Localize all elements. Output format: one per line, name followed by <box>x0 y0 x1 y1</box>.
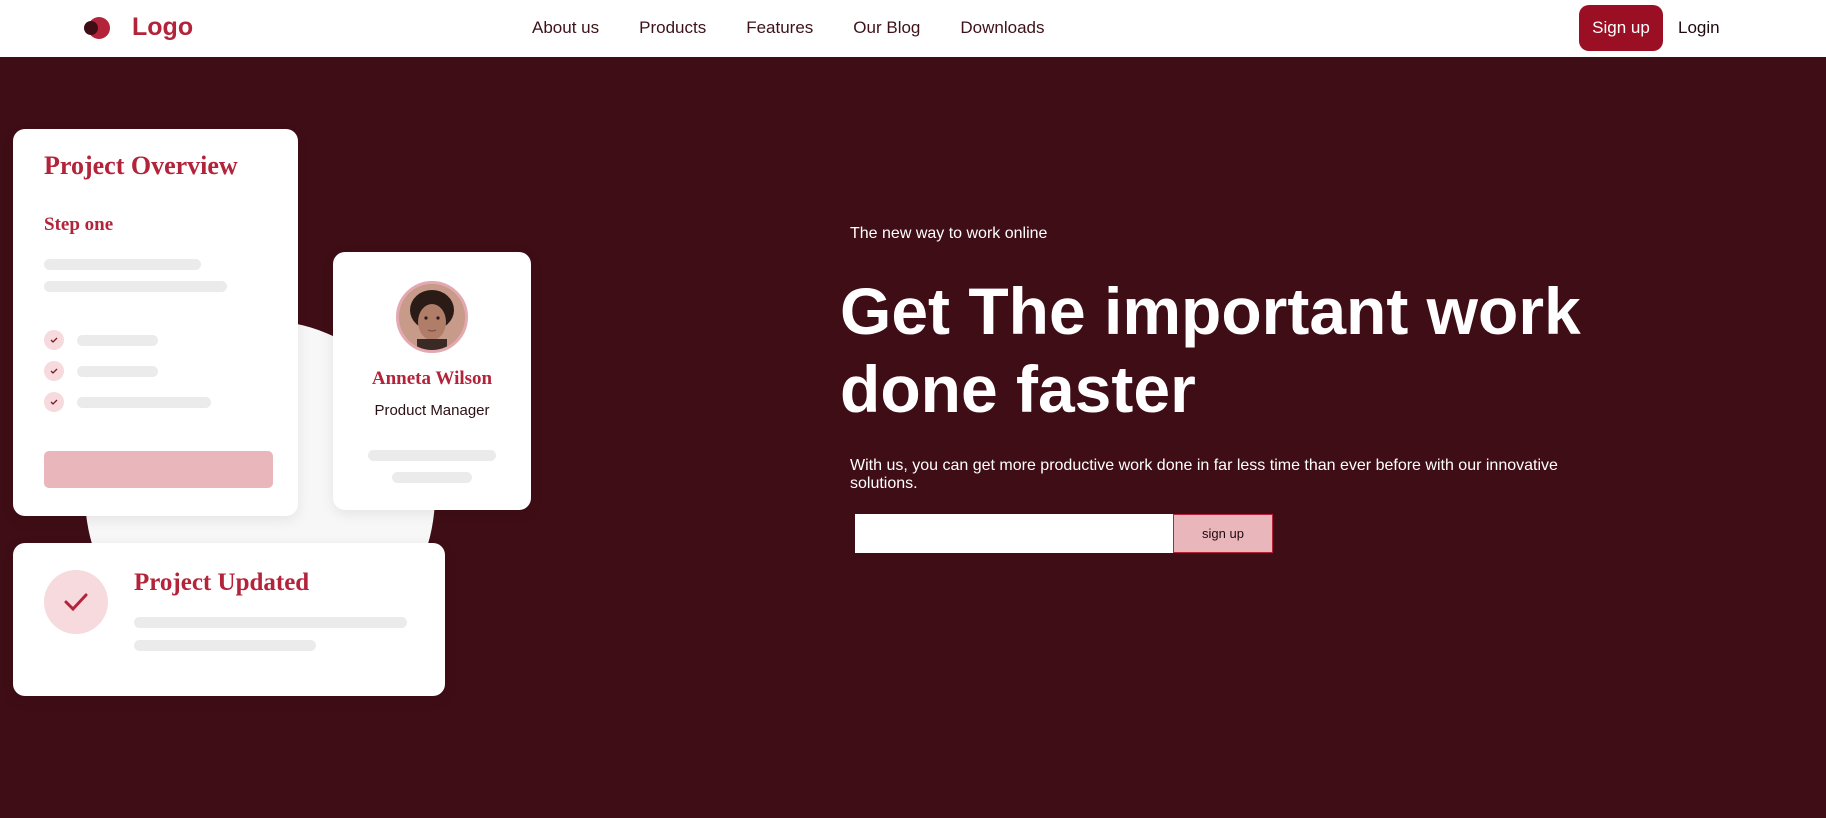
nav-link-about[interactable]: About us <box>532 18 599 38</box>
overview-title: Project Overview <box>44 151 238 180</box>
updated-title: Project Updated <box>134 569 310 596</box>
check-icon <box>44 392 64 412</box>
check-icon <box>44 330 64 350</box>
nav-link-products[interactable]: Products <box>639 18 706 38</box>
hero-headline: Get The important work done faster <box>840 274 1581 426</box>
placeholder-line <box>392 472 472 483</box>
checkmark-icon <box>64 593 88 612</box>
project-overview-card: Project Overview Step one <box>13 129 298 516</box>
nav-links: About us Products Features Our Blog Down… <box>532 18 1045 38</box>
signup-button[interactable]: Sign up <box>1579 5 1663 51</box>
placeholder-line <box>77 397 211 408</box>
check-badge <box>44 570 108 634</box>
email-input[interactable] <box>855 514 1173 553</box>
hero-signup-button[interactable]: sign up <box>1173 514 1273 553</box>
nav-link-features[interactable]: Features <box>746 18 813 38</box>
top-navbar: Logo About us Products Features Our Blog… <box>0 0 1826 57</box>
avatar <box>396 281 468 353</box>
nav-link-blog[interactable]: Our Blog <box>853 18 920 38</box>
profile-card: Anneta Wilson Product Manager <box>333 252 531 510</box>
placeholder-line <box>77 366 158 377</box>
logo-icon[interactable] <box>82 14 110 42</box>
nav-link-downloads[interactable]: Downloads <box>960 18 1044 38</box>
check-icon <box>44 361 64 381</box>
person-role: Product Manager <box>374 402 490 419</box>
placeholder-line <box>44 281 227 292</box>
hero-description: With us, you can get more productive wor… <box>850 457 1558 492</box>
placeholder-line <box>77 335 158 346</box>
person-name: Anneta Wilson <box>371 368 493 389</box>
login-link[interactable]: Login <box>1678 18 1720 38</box>
placeholder-line <box>368 450 496 461</box>
placeholder-line <box>134 617 407 628</box>
overview-step: Step one <box>44 214 114 235</box>
project-updated-card: Project Updated <box>13 543 445 696</box>
overview-action-button[interactable] <box>44 451 273 488</box>
placeholder-line <box>134 640 316 651</box>
hero-tagline: The new way to work online <box>850 225 1048 242</box>
logo-text[interactable]: Logo <box>132 13 193 42</box>
placeholder-line <box>44 259 201 270</box>
